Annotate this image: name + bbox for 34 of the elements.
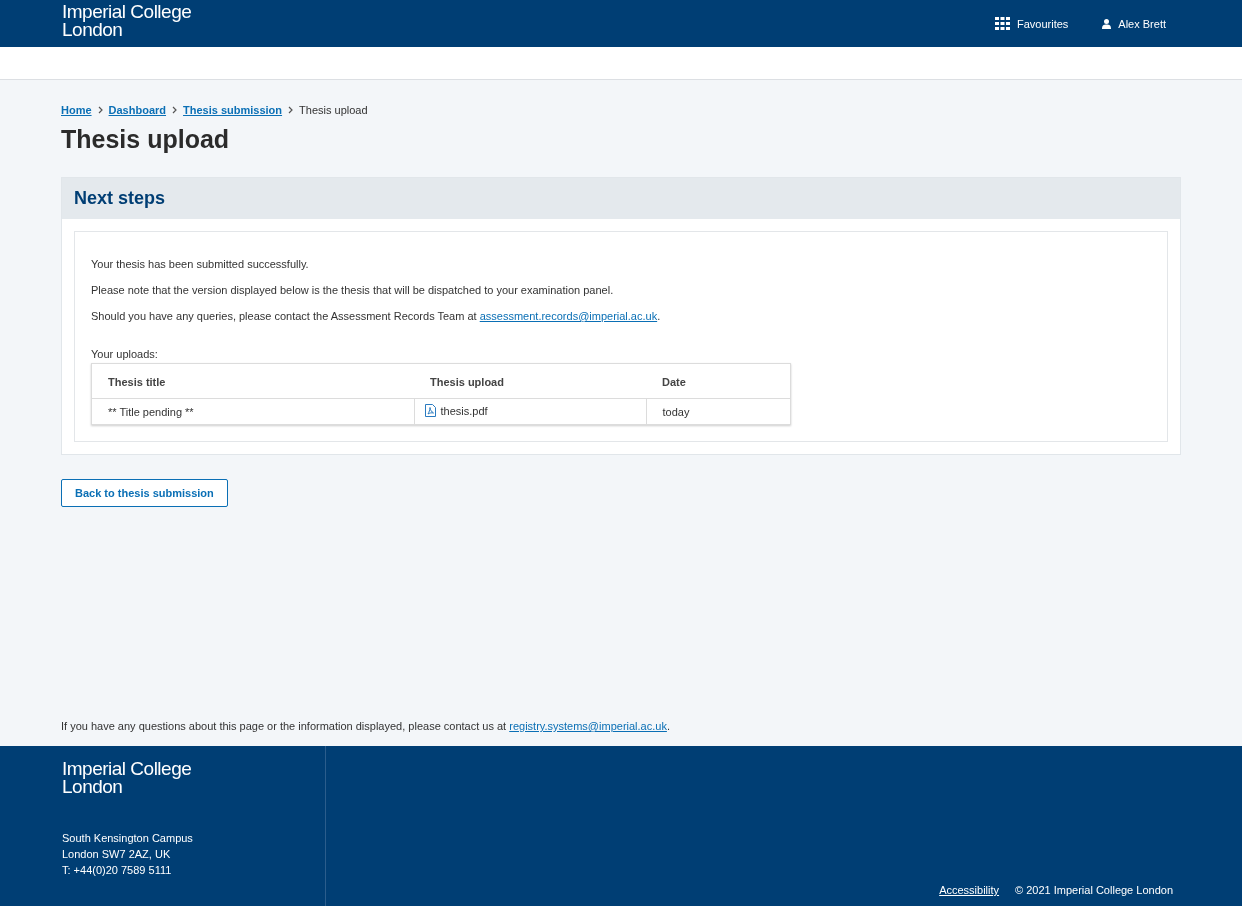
- column-header: Thesis upload: [414, 363, 646, 399]
- copyright-text: © 2021 Imperial College London: [1015, 884, 1173, 896]
- favourites-link[interactable]: Favourites: [994, 17, 1069, 30]
- user-icon: [1102, 18, 1112, 29]
- grid-icon: [994, 17, 1010, 30]
- panel-heading: Next steps: [74, 188, 167, 209]
- column-header: Date: [646, 363, 791, 399]
- accessibility-link[interactable]: Accessibility: [939, 884, 1000, 896]
- contact-text: Should you have any queries, please contact the Assessment Records Team at assessment.records@imperial.ac.uk.: [91, 310, 662, 322]
- contact-text: If you have any questions about this page or the information displayed, please contact us at registry.systems@imperial.ac.uk.: [61, 720, 671, 732]
- address-line: T: +44(0)20 7589 5111: [62, 863, 173, 878]
- address-line: London SW7 2AZ, UK: [62, 847, 172, 862]
- breadcrumb-link[interactable]: Thesis submission: [183, 104, 283, 116]
- logo[interactable]: Imperial College London: [62, 3, 192, 39]
- chevron-icon: [172, 106, 178, 114]
- breadcrumb-link[interactable]: Dashboard: [108, 104, 167, 116]
- chevron-icon: [97, 106, 103, 114]
- pdf-file-icon: [424, 404, 436, 417]
- file-link[interactable]: thesis.pdf: [424, 404, 488, 417]
- message-text: Your thesis has been submitted successfully.: [91, 258, 310, 270]
- email-link[interactable]: registry.systems@imperial.ac.uk: [509, 720, 667, 732]
- breadcrumb-current: Thesis upload: [299, 104, 368, 116]
- table-cell: today: [646, 398, 791, 425]
- table-cell: ** Title pending **: [91, 398, 414, 425]
- chevron-icon: [288, 106, 294, 114]
- page-title: Thesis upload: [61, 125, 231, 154]
- logo[interactable]: Imperial College London: [62, 760, 192, 796]
- user-menu[interactable]: Alex Brett: [1102, 17, 1166, 30]
- column-header: Thesis title: [91, 363, 414, 399]
- address-line: South Kensington Campus: [62, 831, 194, 846]
- message-text: Please note that the version displayed below is the thesis that will be dispatched to your examination panel.: [91, 284, 615, 296]
- breadcrumb-link[interactable]: Home: [61, 104, 92, 116]
- back-button[interactable]: Back to thesis submission: [61, 479, 228, 507]
- uploads-label: Your uploads:: [91, 348, 159, 360]
